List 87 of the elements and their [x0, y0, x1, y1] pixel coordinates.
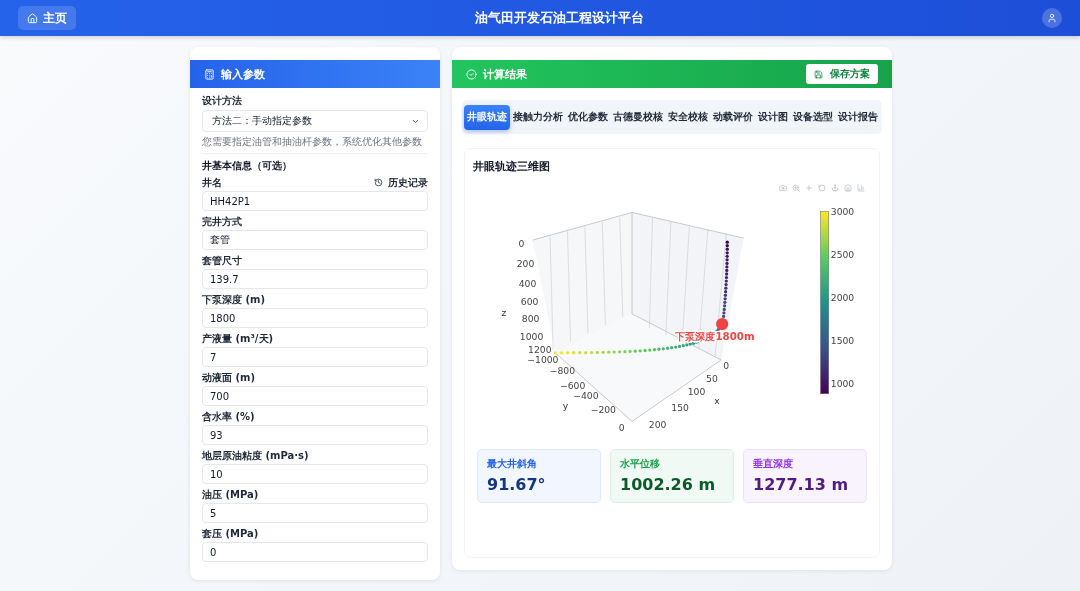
plot-title: 井眼轨迹三维图 — [473, 159, 551, 174]
axis-tick-label: 800 — [521, 313, 540, 325]
stat-label: 垂直深度 — [753, 457, 794, 471]
axis-tick-label: −400 — [573, 390, 599, 402]
axis-tick-label: −1000 — [527, 354, 559, 366]
tab[interactable]: 古德曼校核 — [611, 104, 665, 130]
input-field[interactable]: 1800 — [202, 308, 428, 328]
colorbar-tick-label: 3000 — [830, 205, 855, 217]
field-label: 井名 — [202, 176, 222, 189]
axis-tick-label: 200 — [648, 419, 667, 431]
panel-title: 计算结果 — [483, 66, 527, 82]
method-select[interactable]: 方法二：手动指定参数 — [202, 110, 428, 132]
home-icon[interactable] — [844, 184, 852, 192]
tab[interactable]: 安全校核 — [666, 104, 710, 130]
home-icon — [27, 12, 38, 24]
stat-value: 91.67° — [487, 475, 547, 494]
method-hint: 您需要指定油管和抽油杆参数，系统优化其他参数 — [202, 136, 428, 154]
anchor-icon[interactable] — [831, 184, 839, 192]
input-field[interactable]: 0 — [202, 542, 428, 562]
axis-tick-label: 1000 — [519, 330, 544, 342]
axis-tick-label: −200 — [590, 403, 616, 415]
axis-tick-label: 100 — [687, 386, 706, 398]
axis-tick-label: 200 — [516, 258, 535, 270]
user-button[interactable] — [1042, 8, 1062, 28]
stat-label: 水平位移 — [620, 457, 661, 471]
axis-tick-label: 0 — [618, 422, 625, 434]
axis-tick-label: 150 — [671, 401, 689, 413]
tab[interactable]: 接触力分析 — [511, 104, 565, 130]
field-label: 含水率 (%) — [202, 410, 255, 423]
axis-tick-label: −800 — [549, 364, 575, 376]
field-label: 套管尺寸 — [202, 254, 242, 267]
axis-tick-label: 1200 — [528, 344, 552, 356]
stat-value: 1002.26 m — [620, 475, 717, 494]
field-label: 套压 (MPa) — [202, 527, 259, 540]
check-circle-icon — [466, 68, 477, 80]
field-label: 动液面 (m) — [202, 371, 256, 384]
axis-title: z — [501, 307, 507, 319]
axis-title: x — [714, 395, 720, 407]
history-icon — [374, 178, 383, 187]
rotate-icon[interactable] — [818, 184, 826, 192]
tab[interactable]: 优化参数 — [566, 104, 610, 130]
axis-title: y — [562, 399, 569, 411]
field-label: 产液量 (m³/天) — [202, 332, 274, 345]
tab[interactable]: 设备选型 — [791, 104, 835, 130]
input-field[interactable]: 700 — [202, 386, 428, 406]
field-label: 油压 (MPa) — [202, 488, 259, 501]
input-field[interactable]: HH42P1 — [202, 191, 428, 211]
input-field[interactable]: 7 — [202, 347, 428, 367]
save-icon — [814, 69, 823, 79]
user-icon — [1047, 13, 1057, 23]
axis-tick-label: 0 — [723, 359, 730, 371]
axis-tick-label: 600 — [520, 296, 539, 308]
zoom-icon[interactable] — [792, 184, 800, 192]
bar-chart-icon[interactable] — [857, 184, 865, 192]
calculator-icon — [204, 68, 215, 80]
history-button[interactable]: 历史记录 — [374, 175, 428, 190]
tab[interactable]: 设计图 — [756, 104, 790, 130]
save-button[interactable]: 保存方案 — [806, 64, 878, 84]
axis-tick-label: 50 — [706, 372, 718, 384]
colorbar-tick-label: 2000 — [830, 292, 855, 303]
stat-value: 1277.13 m — [753, 475, 850, 494]
plus-icon[interactable] — [805, 184, 813, 192]
axis-tick-label: 400 — [518, 277, 537, 289]
colorbar-tick-label: 1000 — [830, 378, 855, 390]
tab[interactable]: 设计报告 — [836, 104, 880, 130]
stat-label: 最大井斜角 — [487, 457, 538, 471]
pump-marker — [716, 317, 729, 331]
home-button[interactable]: 主页 — [18, 6, 76, 30]
section-title: 井基本信息（可选） — [202, 160, 293, 172]
field-label: 完井方式 — [202, 215, 242, 228]
field-label: 地层原油粘度 (mPa·s) — [202, 449, 309, 462]
camera-icon[interactable] — [779, 184, 787, 192]
panel-title: 输入参数 — [221, 66, 265, 82]
field-label: 设计方法 — [202, 95, 243, 107]
input-field[interactable]: 139.7 — [202, 269, 428, 289]
colorbar-tick-label: 1500 — [830, 335, 855, 347]
field-label: 下泵深度 (m) — [202, 293, 266, 306]
colorbar-tick-label: 2500 — [830, 248, 855, 260]
page-title: 油气田开发石油工程设计平台 — [474, 9, 644, 27]
input-field[interactable]: 93 — [202, 425, 428, 445]
tab[interactable]: 井眼轨迹 — [464, 104, 510, 130]
input-field[interactable]: 套管 — [202, 230, 428, 250]
input-field[interactable]: 10 — [202, 464, 428, 484]
input-field[interactable]: 5 — [202, 503, 428, 523]
axis-tick-label: 0 — [518, 237, 525, 249]
axis-tick-label: −600 — [559, 380, 586, 392]
tab[interactable]: 动载评价 — [711, 104, 755, 130]
